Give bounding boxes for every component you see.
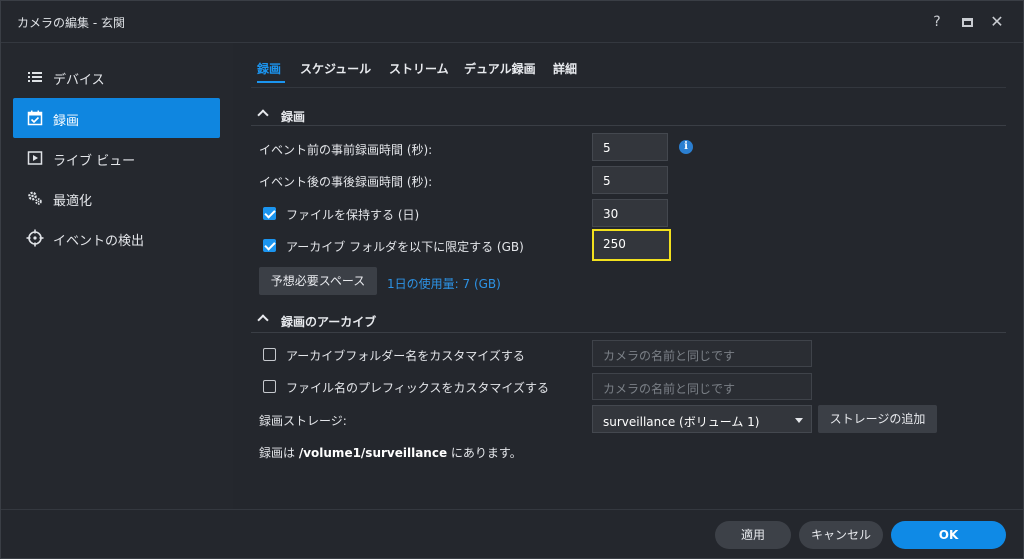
maximize-button[interactable] xyxy=(957,12,977,32)
tab-advanced[interactable]: 詳細 xyxy=(553,60,577,77)
sidebar-item-label: 録画 xyxy=(53,114,80,129)
custom-prefix-label: ファイル名のプレフィックスをカスタマイズする xyxy=(286,381,550,395)
sidebar-item-recording[interactable]: 録画 xyxy=(13,98,220,138)
gears-icon xyxy=(28,191,42,205)
custom-prefix-checkbox[interactable] xyxy=(263,380,276,393)
keep-files-label: ファイルを保持する (日) xyxy=(286,208,420,222)
chevron-down-icon xyxy=(795,418,803,423)
sidebar: デバイス 録画 ライブ ビュー 最適化 イベントの検出 xyxy=(1,43,233,509)
tab-schedule[interactable]: スケジュール xyxy=(300,60,371,77)
sidebar-item-live-view[interactable]: ライブ ビュー xyxy=(13,138,220,178)
calendar-check-icon xyxy=(27,110,43,126)
path-suffix: にあります。 xyxy=(447,446,522,460)
cancel-button[interactable]: キャンセル xyxy=(799,521,883,549)
dialog-title: カメラの編集 - 玄関 xyxy=(17,16,125,30)
keep-files-input[interactable]: 30 xyxy=(592,199,668,227)
sidebar-item-label: 最適化 xyxy=(53,194,93,209)
crosshair-icon xyxy=(26,229,44,247)
estimate-space-button[interactable]: 予想必要スペース xyxy=(259,267,377,295)
section-title: 録画のアーカイブ xyxy=(281,315,377,329)
sidebar-item-optimization[interactable]: 最適化 xyxy=(13,178,220,218)
storage-path-text: 録画は /volume1/surveillance にあります。 xyxy=(259,444,522,461)
sidebar-item-event-detection[interactable]: イベントの検出 xyxy=(13,218,220,258)
main-panel: 録画 スケジュール ストリーム デュアル録画 詳細 録画 イベント前の事前録画時… xyxy=(233,43,1023,509)
storage-label: 録画ストレージ: xyxy=(259,414,347,428)
tab-stream[interactable]: ストリーム xyxy=(389,60,449,77)
tab-divider xyxy=(251,87,1006,88)
section-divider xyxy=(251,332,1006,333)
sidebar-item-device[interactable]: デバイス xyxy=(13,57,220,97)
active-tab-indicator xyxy=(257,81,285,83)
help-button[interactable]: ? xyxy=(927,12,947,32)
sidebar-item-label: イベントの検出 xyxy=(53,234,145,249)
apply-button[interactable]: 適用 xyxy=(715,521,791,549)
pre-event-label: イベント前の事前録画時間 (秒): xyxy=(259,143,433,157)
pre-event-input[interactable]: 5 xyxy=(592,133,668,161)
storage-select[interactable]: surveillance (ボリューム 1) xyxy=(592,405,812,433)
section-title: 録画 xyxy=(281,110,306,124)
keep-files-checkbox[interactable] xyxy=(263,207,276,220)
dialog-footer: 適用 キャンセル OK xyxy=(1,509,1023,558)
sidebar-item-label: デバイス xyxy=(53,73,105,88)
camera-edit-dialog: カメラの編集 - 玄関 ? ✕ デバイス 録画 ライブ ビュー 最適化 イベント… xyxy=(0,0,1024,559)
add-storage-button[interactable]: ストレージの追加 xyxy=(818,405,937,433)
path-prefix: 録画は xyxy=(259,446,299,460)
post-event-input[interactable]: 5 xyxy=(592,166,668,194)
custom-folder-label: アーカイブフォルダー名をカスタマイズする xyxy=(286,349,525,363)
custom-folder-checkbox[interactable] xyxy=(263,348,276,361)
daily-usage-text: 1日の使用量: 7 (GB) xyxy=(387,277,501,291)
section-divider xyxy=(251,125,1006,126)
close-icon: ✕ xyxy=(990,12,1004,31)
info-icon[interactable]: i xyxy=(679,140,693,154)
ok-button[interactable]: OK xyxy=(891,521,1006,549)
tab-recording[interactable]: 録画 xyxy=(257,60,281,77)
limit-archive-checkbox[interactable] xyxy=(263,239,276,252)
path-value: /volume1/surveillance xyxy=(298,446,448,460)
chevron-up-icon xyxy=(257,314,269,326)
maximize-icon xyxy=(961,17,973,27)
close-button[interactable]: ✕ xyxy=(987,12,1007,32)
custom-folder-input[interactable]: カメラの名前と同じです xyxy=(592,340,812,367)
title-bar: カメラの編集 - 玄関 ? ✕ xyxy=(1,1,1023,43)
play-screen-icon xyxy=(27,151,43,165)
limit-archive-input[interactable]: 250 xyxy=(592,229,671,261)
sidebar-item-label: ライブ ビュー xyxy=(53,154,136,169)
tab-dual-recording[interactable]: デュアル録画 xyxy=(464,60,536,77)
storage-select-value: surveillance (ボリューム 1) xyxy=(603,415,760,429)
list-icon xyxy=(28,72,42,82)
custom-prefix-input[interactable]: カメラの名前と同じです xyxy=(592,373,812,400)
limit-archive-label: アーカイブ フォルダを以下に限定する (GB) xyxy=(286,240,524,254)
chevron-up-icon xyxy=(257,109,269,121)
post-event-label: イベント後の事後録画時間 (秒): xyxy=(259,175,433,189)
